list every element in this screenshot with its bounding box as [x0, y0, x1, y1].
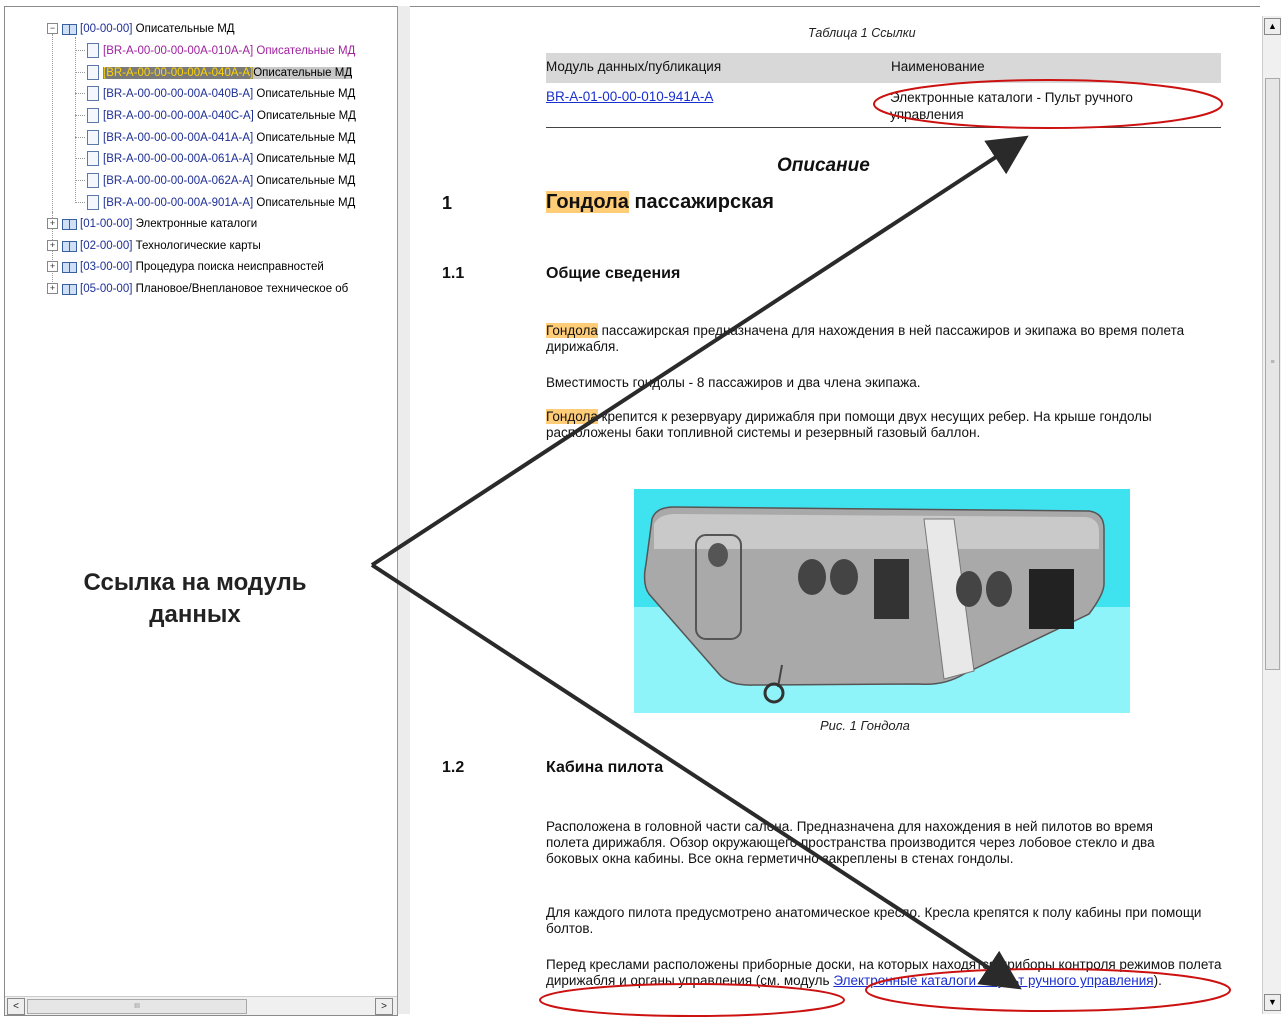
tree-node-code: [00-00-00] — [80, 23, 133, 35]
heading-1-2: Кабина пилота — [546, 759, 664, 776]
tree-node-module[interactable]: [BR-A-00-00-00-00A-901A-A] Описательные … — [87, 193, 355, 213]
tree-node-module[interactable]: [BR-A-00-00-00-00A-040B-A] Описательные … — [87, 84, 355, 104]
book-icon — [62, 23, 77, 35]
ref-table-header: Модуль данных/публикация Наименование — [546, 53, 1221, 83]
heading-number: 1.1 — [442, 265, 465, 282]
horizontal-scroll-thumb[interactable]: III — [27, 999, 247, 1014]
scroll-left-button[interactable]: < — [7, 998, 25, 1015]
gondola-figure — [634, 489, 1130, 713]
tree-node-module[interactable]: [BR-A-00-00-00-00A-061A-A] Описательные … — [87, 149, 355, 169]
document-icon — [87, 43, 99, 59]
book-icon — [62, 283, 77, 295]
collapse-icon[interactable]: − — [47, 23, 58, 35]
tree-node-module[interactable]: [BR-A-00-00-00-00A-062A-A] Описательные … — [87, 171, 355, 191]
tree-node-module[interactable]: [BR-A-00-00-00-00A-010A-A] Описательные … — [87, 41, 355, 61]
scroll-up-button[interactable]: ▲ — [1264, 18, 1281, 35]
document-view[interactable]: Таблица 1 Ссылки Модуль данных/публикаци… — [410, 6, 1260, 1015]
heading-1-1: Общие сведения — [546, 265, 681, 282]
tree-node-group[interactable]: + [02-00-00] Технологические карты — [47, 236, 261, 256]
ref-col-module: Модуль данных/публикация — [546, 59, 722, 74]
search-highlight: Гондола — [546, 191, 629, 213]
expand-icon[interactable]: + — [47, 261, 58, 273]
paragraph: Гондола пассажирская предназначена для н… — [546, 323, 1185, 354]
heading-number: 1.2 — [442, 759, 465, 776]
document-icon — [87, 65, 99, 81]
document-icon — [87, 130, 99, 146]
document-icon — [87, 151, 99, 167]
inline-module-link[interactable]: Электронные каталоги - Пульт ручного упр… — [833, 973, 1153, 988]
book-icon — [62, 240, 77, 252]
tree-node-root[interactable]: − [00-00-00] Описательные МД — [47, 19, 235, 39]
tree-node-group[interactable]: + [05-00-00] Плановое/Внеплановое техниче… — [47, 279, 348, 299]
paragraph: Вместимость гондолы - 8 пассажиров и два… — [546, 375, 921, 390]
paragraph: Для каждого пилота предусмотрено анатоми… — [546, 905, 1202, 936]
paragraph: Расположена в головной части салона. Пре… — [546, 819, 1155, 866]
vertical-scroll-thumb[interactable]: ≡ — [1265, 78, 1280, 670]
document-icon — [87, 108, 99, 124]
ref-table-caption: Таблица 1 Ссылки — [808, 26, 916, 40]
document-icon — [87, 195, 99, 211]
expand-icon[interactable]: + — [47, 240, 58, 252]
tree-pane[interactable]: − [00-00-00] Описательные МД [BR-A-00-00-… — [4, 6, 398, 1016]
pane-splitter[interactable] — [397, 6, 411, 1014]
tree-node-group[interactable]: + [03-00-00] Процедура поиска неисправнос… — [47, 257, 324, 277]
heading-1: Гондола пассажирская — [546, 191, 774, 213]
document-icon — [87, 173, 99, 189]
figure-caption: Рис. 1 Гондола — [820, 718, 910, 733]
tree-node-module-selected[interactable]: [BR-A-00-00-00-00A-040A-A]Описательные М… — [87, 63, 353, 83]
heading-number: 1 — [442, 193, 453, 213]
tree-node-module[interactable]: [BR-A-00-00-00-00A-040C-A] Описательные … — [87, 106, 356, 126]
callout-label: Ссылка на модуль данных — [83, 569, 307, 628]
scroll-down-button[interactable]: ▼ — [1264, 994, 1281, 1011]
expand-icon[interactable]: + — [47, 283, 58, 295]
ref-module-name: Электронные каталоги - Пульт ручного упр… — [890, 90, 1133, 122]
scroll-grip-icon: ≡ — [1270, 359, 1275, 366]
ref-module-link[interactable]: BR-A-01-00-00-010-941A-A — [546, 89, 713, 104]
ref-table-rule — [546, 127, 1221, 128]
section-title: Описание — [777, 155, 870, 176]
scroll-right-button[interactable]: > — [375, 998, 393, 1015]
book-icon — [62, 218, 77, 230]
tree-node-group[interactable]: + [01-00-00] Электронные каталоги — [47, 214, 257, 234]
expand-icon[interactable]: + — [47, 218, 58, 230]
book-icon — [62, 261, 77, 273]
search-highlight: Гондола — [546, 409, 598, 424]
document-icon — [87, 86, 99, 102]
search-highlight: Гондола — [546, 323, 598, 338]
tree-node-module[interactable]: [BR-A-00-00-00-00A-041A-A] Описательные … — [87, 128, 355, 148]
vertical-scrollbar[interactable]: ▲ ≡ ▼ — [1262, 16, 1281, 1014]
paragraph: Гондола крепится к резервуару дирижабля … — [546, 409, 1152, 440]
paragraph: Перед креслами расположены приборные дос… — [546, 957, 1222, 988]
tree-node-title: Описательные МД — [135, 23, 235, 35]
ref-col-name: Наименование — [891, 59, 985, 74]
horizontal-scrollbar[interactable]: < III > — [5, 996, 397, 1015]
